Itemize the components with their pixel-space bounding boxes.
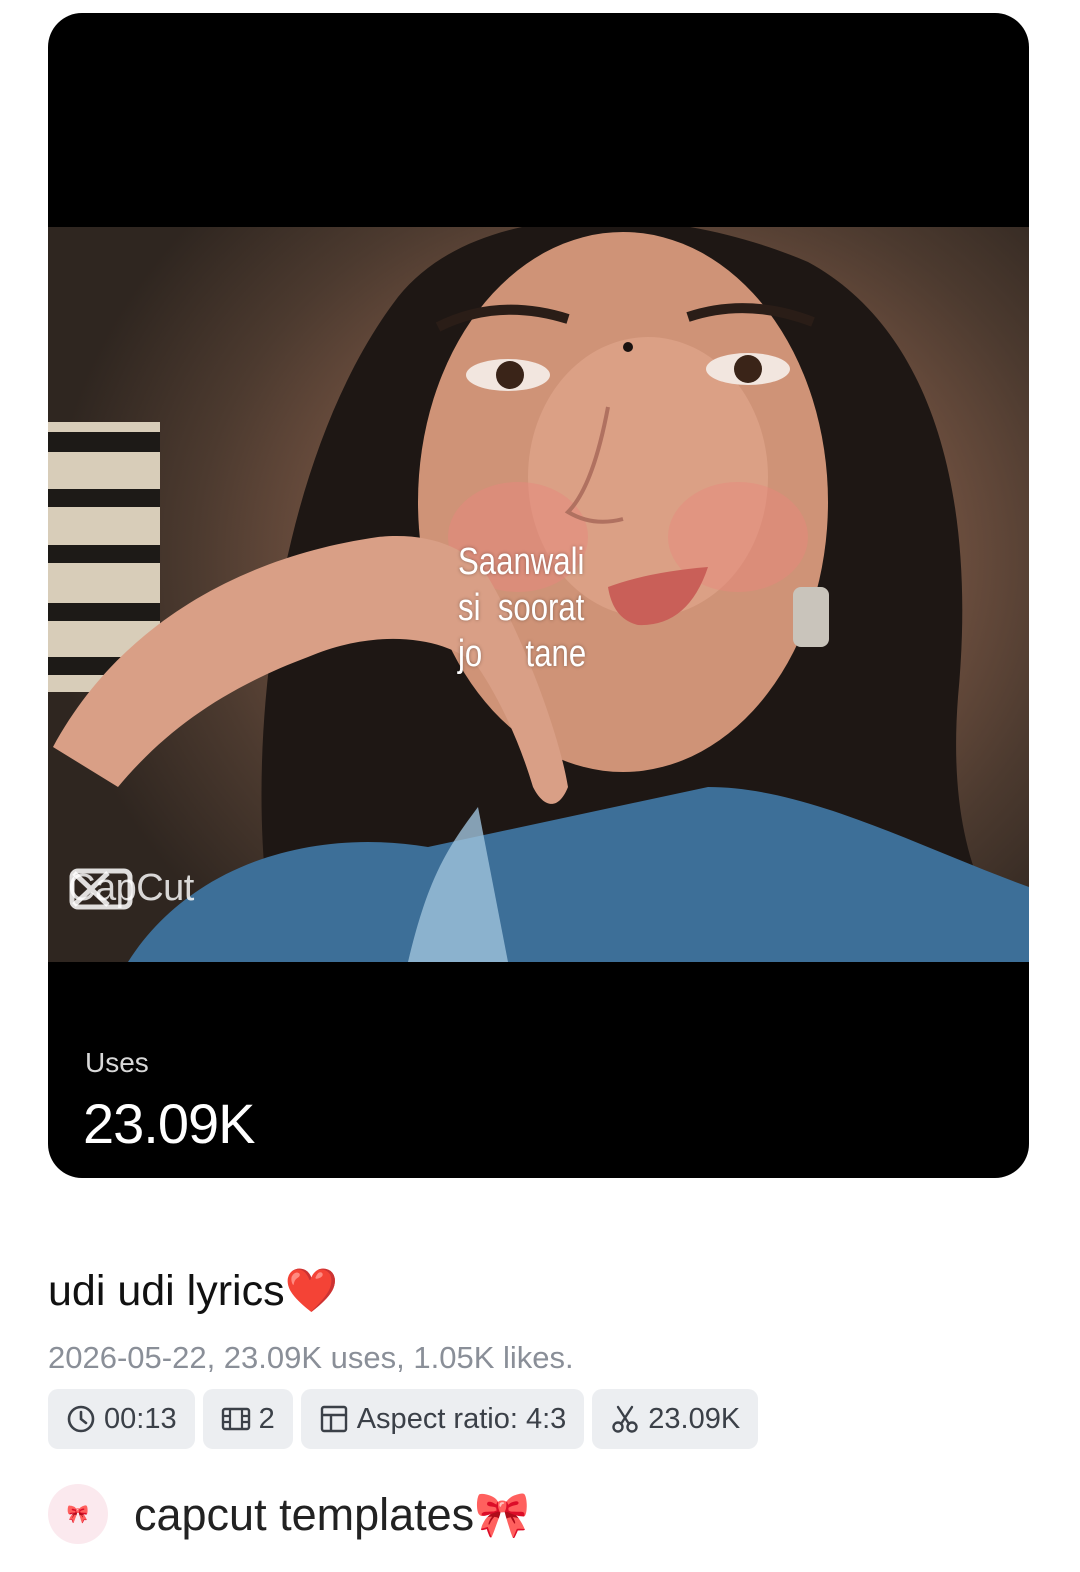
template-info-chips: 00:13 2 Aspect ratio: 4:3 23.09K: [48, 1389, 759, 1449]
capcut-watermark: CapCut: [68, 867, 194, 910]
template-detail-page: Saanwali si soorat jo tane CapCut Uses 2…: [0, 0, 1080, 1572]
film-icon: [221, 1407, 250, 1431]
template-title: udi udi lyrics❤️: [48, 1267, 339, 1315]
lyrics-overlay: Saanwali si soorat jo tane: [458, 541, 587, 675]
template-meta: 2026-05-22, 23.09K uses, 1.05K likes.: [48, 1340, 574, 1375]
layout-icon: [320, 1405, 347, 1433]
aspect-ratio-chip: Aspect ratio: 4:3: [300, 1389, 585, 1449]
author-row[interactable]: 🎀 capcut templates🎀: [48, 1484, 530, 1544]
author-name[interactable]: capcut templates🎀: [134, 1488, 530, 1541]
clips-chip: 2: [202, 1389, 293, 1449]
video-preview[interactable]: Saanwali si soorat jo tane CapCut: [48, 227, 1029, 962]
template-preview-card[interactable]: Saanwali si soorat jo tane CapCut Uses 2…: [48, 13, 1029, 1178]
capcut-logo-icon: [69, 868, 133, 910]
clips-label: 2: [258, 1402, 275, 1435]
clock-icon: [67, 1405, 95, 1433]
duration-label: 00:13: [104, 1402, 177, 1435]
duration-chip: 00:13: [48, 1389, 195, 1449]
edits-chip: 23.09K: [592, 1389, 759, 1449]
uses-label: Uses: [85, 1047, 149, 1078]
author-avatar[interactable]: 🎀: [48, 1484, 108, 1544]
edits-label: 23.09K: [648, 1402, 741, 1435]
uses-value: 23.09K: [83, 1092, 255, 1155]
aspect-ratio-label: Aspect ratio: 4:3: [356, 1402, 567, 1435]
scissors-icon: [612, 1405, 638, 1433]
